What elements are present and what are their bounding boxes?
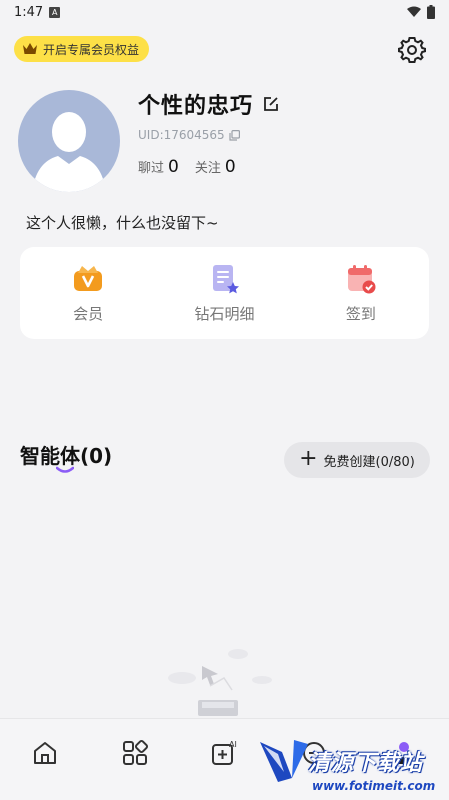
home-icon [33,742,56,764]
chat-count: 0 [168,157,179,177]
edit-icon[interactable] [263,96,279,112]
default-avatar-icon [32,112,106,192]
plus-icon: + [299,445,318,471]
create-agent-button[interactable]: + 免费创建(0/80) [284,442,430,478]
watermark-title: 清源下载站 [308,751,424,776]
checkin-calendar-icon [347,264,376,293]
nickname-row: 个性的忠巧 [138,88,279,120]
quick-action-vip[interactable]: 会员 [20,247,156,339]
follow-label: 关注 [194,161,221,176]
settings-gear-icon[interactable] [397,34,427,64]
social-counts: 聊过 0 关注 0 [138,157,236,177]
quick-action-label: 签到 [345,304,376,323]
uid-text: UID:17604565 [138,128,225,142]
copy-icon[interactable] [229,129,240,141]
tab-home[interactable] [27,735,63,771]
quick-actions-card: 会员 钻石明细 签到 [20,247,429,339]
crown-icon [23,43,37,54]
notification-badge-icon: A [49,6,61,18]
quick-action-label: 钻石明细 [194,304,255,323]
uid-row: UID:17604565 [138,128,240,142]
agents-section-title: 智能体(0) [20,444,113,468]
tab-discover[interactable] [117,735,153,771]
vip-benefits-button[interactable]: 开启专属会员权益 [14,36,150,62]
tab-ai-create[interactable]: AI [206,735,242,771]
empty-state-illustration [168,649,272,716]
ai-create-icon: AI [212,740,237,765]
vip-crown-icon [74,265,103,291]
diamond-detail-icon [213,264,240,293]
status-time: 1:47 [14,4,44,20]
chat-label: 聊过 [138,161,165,176]
follow-count-item[interactable]: 关注 0 [195,157,236,177]
wifi-icon [407,6,421,17]
title-underline-decoration [56,466,74,473]
quick-action-label: 会员 [73,304,104,323]
follow-count: 0 [224,157,236,177]
watermark-url: www.fotimeit.com [312,779,436,793]
battery-icon [427,5,435,19]
discover-grid-icon [122,739,148,765]
status-bar: 1:47 A [0,0,449,24]
vip-benefits-label: 开启专属会员权益 [43,42,140,57]
quick-action-diamond-detail[interactable]: 钻石明细 [156,247,292,339]
create-agent-label: 免费创建(0/80) [323,454,415,470]
quick-action-checkin[interactable]: 签到 [293,247,429,339]
bio-text: 这个人很懒，什么也没留下~ [26,214,219,232]
chat-count-item[interactable]: 聊过 0 [138,157,179,177]
nickname: 个性的忠巧 [138,94,254,119]
avatar[interactable] [18,90,120,192]
svg-text:AI: AI [229,740,237,749]
